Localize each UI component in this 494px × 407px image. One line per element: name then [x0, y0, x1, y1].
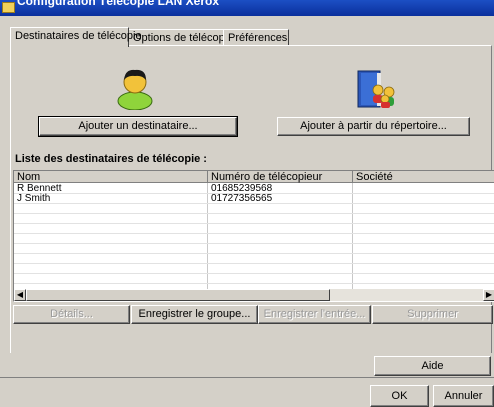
window-title: Configuration Télécopie LAN Xerox [17, 0, 220, 8]
scroll-right-icon[interactable]: ▶ [483, 289, 494, 301]
recipient-list[interactable]: Nom Numéro de télécopieur Société R Benn… [13, 170, 494, 302]
scrollbar-thumb[interactable] [26, 289, 330, 301]
save-entry-button[interactable]: Enregistrer l'entrée... [258, 305, 371, 324]
help-button[interactable]: Aide [374, 356, 491, 376]
row-line [14, 283, 494, 284]
table-row-name[interactable]: J Smith [14, 194, 208, 204]
cancel-button[interactable]: Annuler [433, 385, 494, 407]
delete-button[interactable]: Supprimer [372, 305, 493, 324]
row-line [14, 273, 494, 274]
row-line [14, 213, 494, 214]
add-recipient-button[interactable]: Ajouter un destinataire... [38, 116, 238, 137]
details-button[interactable]: Détails... [13, 305, 130, 324]
table-row-name[interactable]: R Bennett [14, 184, 208, 194]
tab-preferences[interactable]: Préférences [223, 29, 289, 46]
tab-options[interactable]: Options de télécopie [128, 29, 234, 46]
column-header-name[interactable]: Nom [14, 171, 208, 183]
save-group-button[interactable]: Enregistrer le groupe... [131, 305, 258, 324]
ok-button[interactable]: OK [370, 385, 429, 407]
directory-book-icon [357, 70, 395, 108]
person-icon [117, 69, 153, 110]
table-row-company[interactable] [353, 184, 494, 193]
table-row-company[interactable] [353, 194, 494, 203]
table-row-number[interactable]: 01727356565 [208, 194, 353, 204]
tab-destinataires[interactable]: Destinataires de télécopie [10, 27, 142, 47]
table-row-number[interactable]: 01685239568 [208, 184, 353, 194]
app-icon [2, 2, 15, 13]
row-line [14, 223, 494, 224]
row-line [14, 263, 494, 264]
row-line [14, 243, 494, 244]
scroll-left-icon[interactable]: ◀ [14, 289, 26, 301]
row-line [14, 233, 494, 234]
add-from-directory-button[interactable]: Ajouter à partir du répertoire... [277, 117, 470, 136]
row-line [14, 253, 494, 254]
column-header-company[interactable]: Société [353, 171, 494, 183]
column-header-number[interactable]: Numéro de télécopieur [208, 171, 353, 183]
divider [0, 377, 494, 378]
recipient-list-heading: Liste des destinataires de télécopie : [15, 153, 207, 165]
horizontal-scrollbar[interactable]: ◀ ▶ [14, 289, 494, 301]
title-bar: Configuration Télécopie LAN Xerox [0, 0, 494, 16]
